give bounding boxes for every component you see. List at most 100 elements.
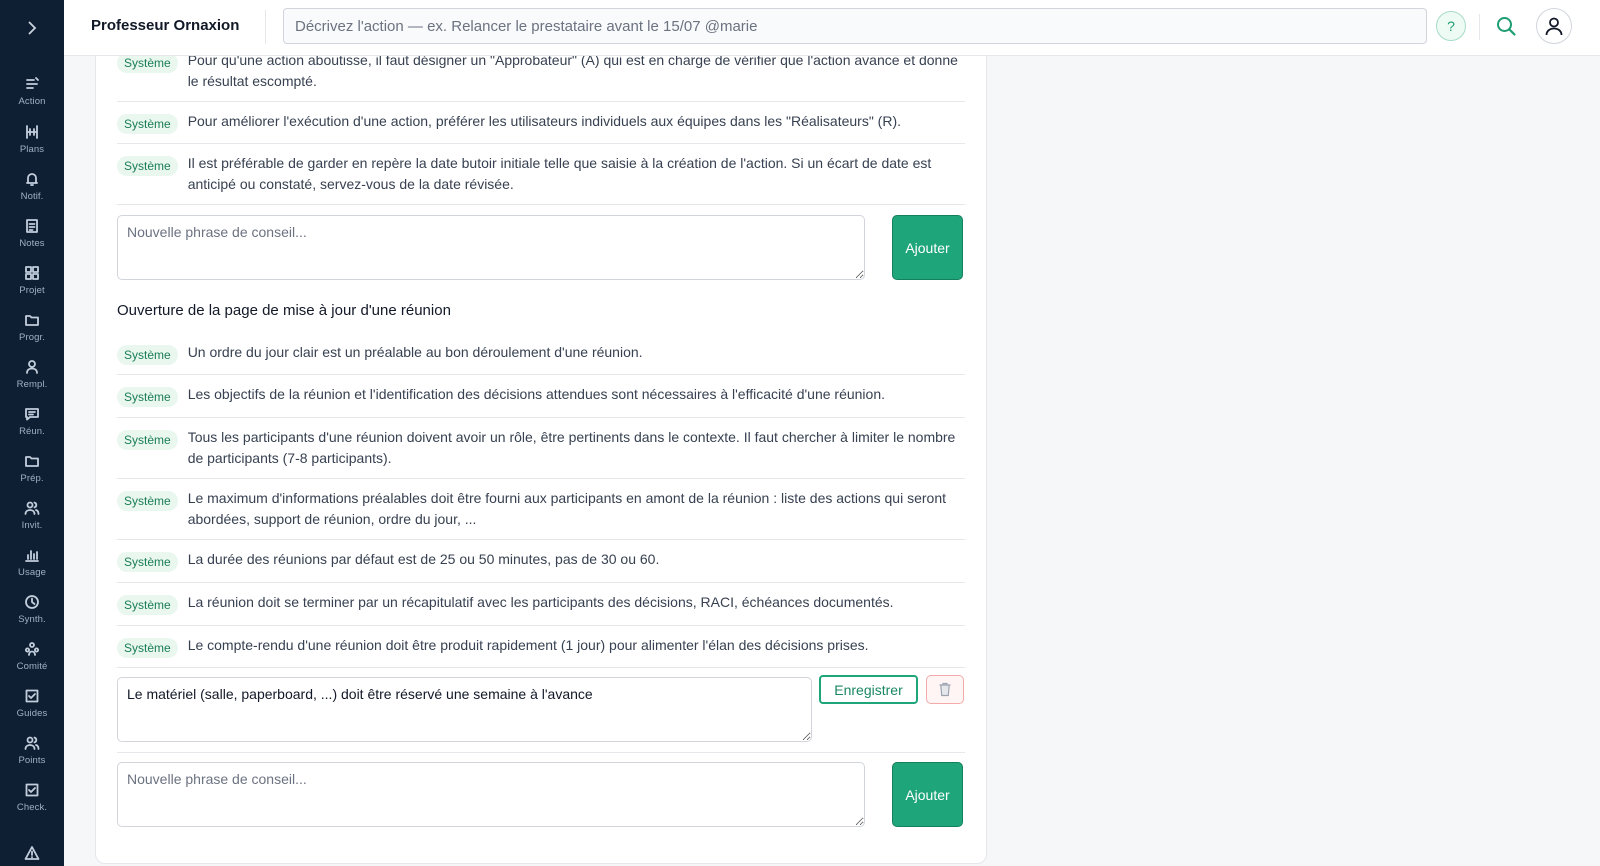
advice-text: La durée des réunions par défaut est de … [187, 551, 660, 567]
help-button[interactable]: ? [1436, 11, 1466, 41]
sidebar-item-usage[interactable]: Usage [0, 547, 64, 593]
chat-icon [25, 408, 39, 421]
new-advice-input[interactable] [117, 215, 865, 280]
system-badge: Système [117, 638, 178, 658]
system-badge: Système [117, 53, 178, 73]
sidebar-item-invit[interactable]: Invit. [0, 500, 64, 546]
search-button[interactable] [1492, 12, 1520, 40]
divider [1479, 14, 1480, 40]
add-advice-button[interactable]: Ajouter [892, 215, 963, 280]
clock-icon [25, 595, 39, 609]
check-square-icon [25, 689, 39, 703]
sidebar-item-points[interactable]: Points [0, 735, 64, 781]
advice-text: Un ordre du jour clair est un préalable … [187, 344, 643, 360]
sidebar-item-notes[interactable]: Notes [0, 218, 64, 264]
advice-text: Il est préférable de garder en repère la… [187, 155, 932, 192]
sidebar-toggle-button[interactable] [0, 0, 64, 56]
advice-text: Pour qu'une action aboutisse, il faut dé… [187, 52, 958, 89]
action-command-input[interactable] [283, 8, 1427, 44]
sidebar-item-label: Guides [16, 708, 48, 719]
sidebar-item-prep[interactable]: Prép. [0, 453, 64, 499]
search-icon [1497, 17, 1516, 36]
advice-row: Système Pour qu'une action aboutisse, il… [117, 52, 965, 102]
bell-icon [26, 173, 38, 186]
advice-row: Système Un ordre du jour clair est un pr… [117, 333, 965, 375]
advice-text: Tous les participants d'une réunion doiv… [187, 429, 956, 466]
advice-text: Le maximum d'informations préalables doi… [187, 490, 946, 527]
sidebar-item-projet[interactable]: Projet [0, 265, 64, 311]
app-title: Professeur Ornaxion [91, 17, 240, 34]
sidebar-item-notif[interactable]: Notif. [0, 171, 64, 217]
system-badge: Système [117, 156, 178, 176]
sidebar-item-label: Prép. [20, 473, 44, 484]
section-title: Ouverture de la page de mise à jour d'un… [117, 302, 451, 319]
system-badge: Système [117, 491, 178, 511]
bar-chart-icon [25, 550, 39, 562]
advice-row: Système La durée des réunions par défaut… [117, 540, 965, 583]
committee-icon [24, 642, 39, 656]
user-icon [1545, 17, 1563, 36]
sidebar-item-label: Check. [16, 802, 48, 813]
sidebar-item-reun[interactable]: Réun. [0, 406, 64, 452]
sidebar-item-check[interactable]: Check. [0, 782, 64, 828]
sidebar: Action Plans Notif. Notes Projet Progr. … [0, 0, 64, 866]
sidebar-item-label: Projet [19, 285, 45, 296]
advice-row: Système La réunion doit se terminer par … [117, 583, 965, 626]
sidebar-item-label: Réun. [19, 426, 45, 437]
sidebar-item-label: Rempl. [16, 379, 48, 390]
folder-icon [25, 315, 39, 326]
chevron-right-icon [28, 21, 37, 35]
sidebar-item-label: Plans [19, 144, 45, 155]
advice-text: Les objectifs de la réunion et l'identif… [187, 386, 885, 402]
sidebar-item-label: Action [18, 96, 46, 107]
sidebar-item-label: Comité [16, 661, 48, 672]
advice-text: Le compte-rendu d'une réunion doit être … [187, 637, 869, 653]
action-icon [26, 77, 39, 89]
notes-icon [26, 219, 38, 233]
advice-row: Système Le compte-rendu d'une réunion do… [117, 626, 965, 668]
help-icon: ? [1447, 18, 1455, 34]
system-badge: Système [117, 595, 178, 615]
grid-icon [25, 266, 39, 280]
save-advice-button[interactable]: Enregistrer [819, 675, 918, 704]
sidebar-item-rempl[interactable]: Rempl. [0, 359, 64, 405]
sidebar-item-label: Notif. [20, 191, 44, 202]
delete-advice-button[interactable] [926, 675, 964, 704]
sidebar-item-label: Synth. [18, 614, 46, 625]
system-badge: Système [117, 114, 178, 134]
new-advice-input[interactable] [117, 762, 865, 827]
advice-row: Système Les objectifs de la réunion et l… [117, 375, 965, 418]
user-icon [26, 360, 38, 374]
system-badge: Système [117, 552, 178, 572]
sidebar-item-guides[interactable]: Guides [0, 688, 64, 734]
sidebar-item-synth[interactable]: Synth. [0, 594, 64, 640]
divider [265, 10, 266, 44]
sidebar-item-warning[interactable] [0, 845, 64, 866]
sidebar-item-plans[interactable]: Plans [0, 124, 64, 170]
users-icon [24, 501, 40, 515]
sidebar-item-action[interactable]: Action [0, 76, 64, 122]
advice-text: Pour améliorer l'exécution d'une action,… [187, 113, 901, 129]
system-badge: Système [117, 345, 178, 365]
sidebar-item-label: Notes [19, 238, 45, 249]
sidebar-item-label: Progr. [19, 332, 45, 343]
advice-text: La réunion doit se terminer par un récap… [187, 594, 894, 610]
system-badge: Système [117, 430, 178, 450]
edit-advice-input[interactable]: Le matériel (salle, paperboard, ...) doi… [117, 677, 812, 742]
user-avatar-button[interactable] [1536, 8, 1572, 44]
sidebar-item-progr[interactable]: Progr. [0, 312, 64, 358]
plans-icon [26, 125, 38, 139]
add-advice-button[interactable]: Ajouter [892, 762, 963, 827]
divider [117, 752, 965, 753]
trash-icon [939, 682, 951, 697]
top-bar: Professeur Ornaxion ? [64, 0, 1600, 56]
check-square-icon [25, 783, 39, 797]
sidebar-item-label: Usage [18, 567, 46, 578]
sidebar-item-label: Invit. [21, 520, 43, 531]
system-badge: Système [117, 387, 178, 407]
advice-row: Système Il est préférable de garder en r… [117, 144, 965, 205]
advice-row: Système Tous les participants d'une réun… [117, 418, 965, 479]
warning-icon [24, 846, 40, 860]
advice-row: Système Pour améliorer l'exécution d'une… [117, 102, 965, 144]
sidebar-item-comite[interactable]: Comité [0, 641, 64, 687]
